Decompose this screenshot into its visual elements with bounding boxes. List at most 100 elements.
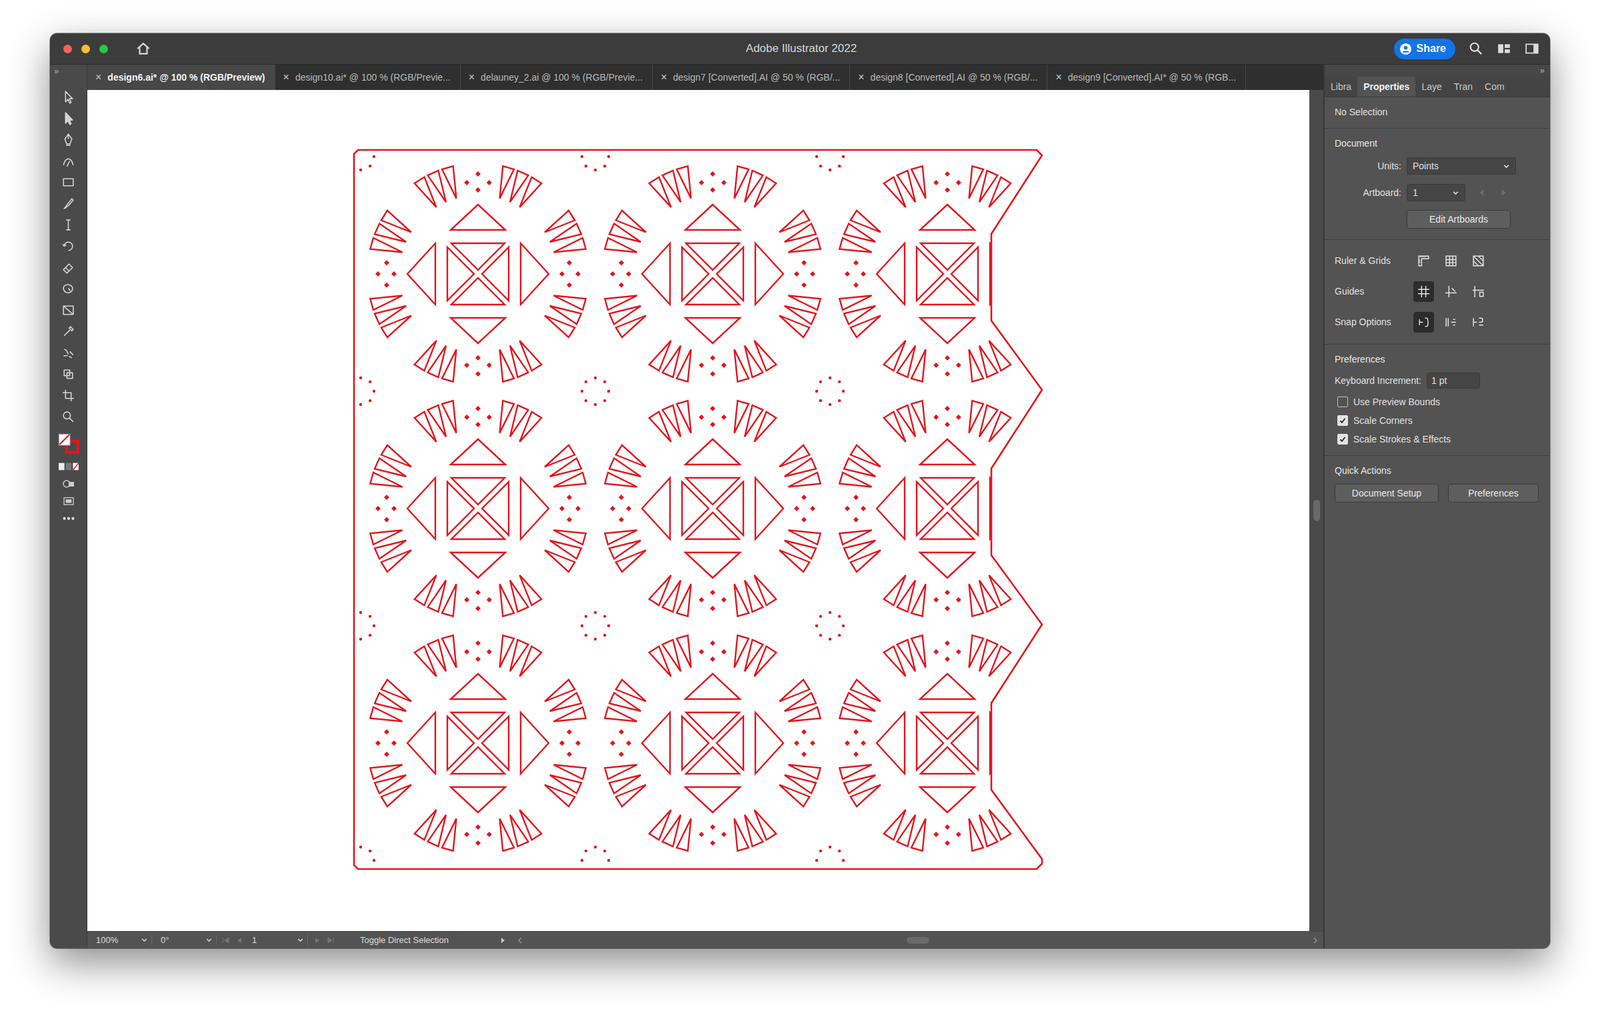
tool-button[interactable]: [55, 192, 82, 214]
checkbox-label: Scale Strokes & Effects: [1353, 434, 1451, 445]
motif[interactable]: [604, 400, 820, 616]
panel-tab[interactable]: Laye: [1415, 76, 1448, 97]
tool-button[interactable]: [55, 363, 82, 385]
previous-artboard-icon[interactable]: [235, 936, 244, 945]
close-tab-button[interactable]: ×: [283, 71, 290, 84]
motif-dot: [384, 494, 390, 500]
motif-triangle: [510, 815, 528, 847]
tool-button[interactable]: [55, 342, 82, 364]
motif-dot: [375, 506, 381, 512]
first-artboard-icon[interactable]: [222, 936, 230, 945]
quick-action-button[interactable]: Preferences: [1448, 484, 1539, 503]
document-tab[interactable]: × delauney_2.ai @ 100 % (RGB/Previe...: [460, 64, 653, 90]
checkbox-row[interactable]: Scale Corners: [1334, 415, 1540, 426]
motif[interactable]: [370, 400, 586, 616]
checkbox[interactable]: [1337, 396, 1348, 408]
horizontal-scrollbar[interactable]: [512, 936, 1324, 945]
tool-button[interactable]: [55, 214, 82, 236]
zoom-button[interactable]: [99, 44, 108, 54]
scroll-thumb[interactable]: [906, 937, 930, 944]
tool-button[interactable]: [55, 320, 82, 342]
checkbox-row[interactable]: Scale Strokes & Effects: [1334, 434, 1540, 445]
search-icon[interactable]: [1468, 41, 1484, 56]
pen-icon: [61, 132, 76, 147]
draw-mode-icon[interactable]: [58, 479, 80, 489]
next-icon[interactable]: [1498, 188, 1508, 198]
motif[interactable]: [370, 635, 586, 851]
checkbox[interactable]: [1337, 434, 1348, 445]
close-tab-button[interactable]: ×: [468, 71, 475, 84]
document-tab[interactable]: × design6.ai* @ 100 % (RGB/Preview): [87, 64, 276, 90]
color-mode-icon[interactable]: [58, 462, 80, 472]
tool-button[interactable]: [55, 128, 82, 150]
motif[interactable]: [604, 166, 820, 382]
canvas[interactable]: [87, 90, 1310, 932]
screen-mode-icon[interactable]: [58, 496, 80, 506]
toggle-button[interactable]: [1440, 250, 1462, 272]
previous-icon[interactable]: [1477, 188, 1487, 198]
tool-button[interactable]: [55, 384, 82, 406]
tool-button[interactable]: [55, 150, 82, 172]
panel-tab[interactable]: Com: [1478, 76, 1511, 97]
workspace-icon[interactable]: [1496, 41, 1512, 56]
toggle-button[interactable]: [1468, 312, 1489, 333]
current-tool[interactable]: Toggle Direct Selection: [360, 935, 507, 946]
document-tab[interactable]: × design9 [Converted].AI* @ 50 % (RGB...: [1047, 64, 1246, 90]
document-tab[interactable]: × design8 [Converted].AI @ 50 % (RGB/...: [850, 64, 1048, 90]
close-button[interactable]: [63, 44, 72, 54]
quick-action-button[interactable]: Document Setup: [1334, 484, 1439, 503]
document-tab[interactable]: × design7 [Converted].AI @ 50 % (RGB/...: [652, 64, 850, 90]
person-icon: [1399, 42, 1412, 56]
keyboard-increment-input[interactable]: 1 pt: [1426, 372, 1480, 389]
tool-button[interactable]: [55, 86, 82, 108]
tool-button[interactable]: [55, 171, 82, 193]
last-artboard-icon[interactable]: [326, 936, 335, 945]
minimize-button[interactable]: [81, 44, 90, 54]
tool-button[interactable]: [55, 256, 82, 278]
tool-button[interactable]: [55, 278, 82, 300]
share-button[interactable]: Share: [1394, 38, 1456, 60]
tool-button[interactable]: [55, 406, 82, 428]
toggle-button[interactable]: [1440, 312, 1462, 333]
toggle-button[interactable]: [1468, 250, 1489, 272]
checkbox[interactable]: [1337, 415, 1348, 426]
fill-stroke-control[interactable]: [56, 432, 81, 454]
close-tab-button[interactable]: ×: [858, 71, 864, 84]
checkbox-row[interactable]: Use Preview Bounds: [1334, 396, 1540, 408]
artboard-field[interactable]: 1: [248, 935, 308, 946]
toggle-button[interactable]: [1413, 281, 1434, 302]
section-heading: Document: [1334, 138, 1540, 149]
motif[interactable]: [370, 166, 586, 382]
next-artboard-icon[interactable]: [313, 936, 322, 945]
motif[interactable]: [604, 635, 820, 851]
tool-button[interactable]: [55, 235, 82, 257]
panels-icon[interactable]: [1524, 41, 1540, 56]
edit-artboards-button[interactable]: Edit Artboards: [1406, 210, 1511, 229]
more-tools-icon[interactable]: [58, 514, 80, 524]
scroll-left-icon[interactable]: [516, 936, 524, 945]
units-dropdown[interactable]: Points: [1406, 157, 1516, 175]
toggle-button[interactable]: [1413, 250, 1434, 272]
artboard-dropdown[interactable]: 1: [1406, 184, 1466, 202]
toggle-button[interactable]: [1468, 281, 1489, 302]
close-tab-button[interactable]: ×: [660, 71, 667, 84]
document-tab[interactable]: × design10.ai* @ 100 % (RGB/Previe...: [275, 64, 461, 90]
toggle-button[interactable]: [1413, 312, 1434, 333]
panel-tab[interactable]: Tran: [1448, 76, 1479, 97]
toggle-button[interactable]: [1440, 281, 1462, 302]
zoom-field[interactable]: 100%: [92, 935, 152, 946]
panel-tab[interactable]: Properties: [1357, 76, 1416, 97]
scroll-thumb[interactable]: [1313, 500, 1320, 522]
home-icon[interactable]: [136, 41, 151, 56]
rotation-field[interactable]: 0°: [157, 935, 217, 946]
close-tab-button[interactable]: ×: [95, 71, 102, 84]
panel-grip[interactable]: »: [1540, 65, 1550, 76]
scroll-right-icon[interactable]: [1311, 936, 1320, 945]
tool-button[interactable]: [55, 107, 82, 129]
tool-button[interactable]: [55, 299, 82, 321]
panel-grip[interactable]: »: [50, 66, 59, 77]
panel-tab[interactable]: Libra: [1324, 76, 1358, 97]
close-tab-button[interactable]: ×: [1055, 71, 1062, 84]
artwork[interactable]: [351, 147, 1045, 872]
vertical-scrollbar[interactable]: [1309, 90, 1324, 932]
